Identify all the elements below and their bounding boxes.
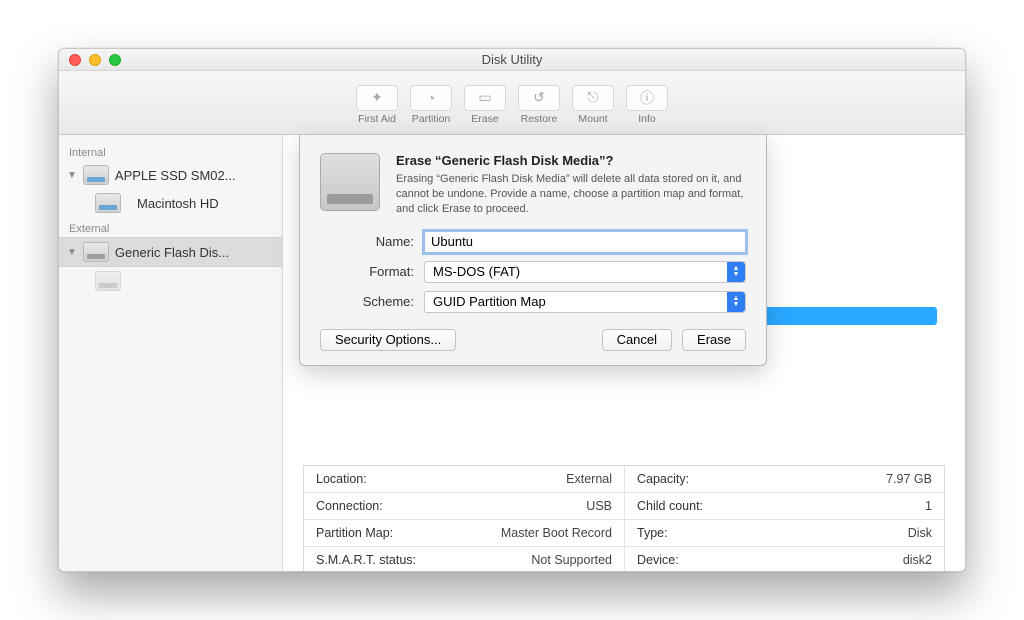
format-label: Format:: [320, 264, 424, 279]
sidebar-item-external-drive[interactable]: ▼ Generic Flash Dis...: [59, 237, 282, 267]
window-title: Disk Utility: [59, 52, 965, 67]
mount-button[interactable]: ⎋ Mount: [568, 85, 618, 125]
sidebar-item-label: Macintosh HD: [127, 196, 219, 211]
security-options-button[interactable]: Security Options...: [320, 329, 456, 351]
disk-info-table: Location:External Capacity:7.97 GB Conne…: [303, 465, 945, 572]
external-volume-icon: [95, 271, 121, 291]
internal-volume-icon: [95, 193, 121, 213]
dialog-body: Erasing “Generic Flash Disk Media” will …: [396, 172, 746, 217]
erase-icon: ▭: [478, 89, 491, 106]
sidebar-item-internal-drive[interactable]: ▼ APPLE SSD SM02...: [59, 161, 282, 189]
info-cell-child-count: Child count:1: [624, 493, 944, 519]
sidebar-item-external-volume[interactable]: [59, 267, 282, 295]
sidebar-item-label: Generic Flash Dis...: [115, 245, 229, 260]
disclosure-triangle-icon[interactable]: ▼: [67, 247, 77, 258]
partition-button[interactable]: ◔ Partition: [406, 85, 456, 125]
info-cell-capacity: Capacity:7.97 GB: [624, 466, 944, 492]
disk-utility-window: Disk Utility ✦ First Aid ◔ Partition ▭ E…: [58, 48, 966, 572]
drive-icon: [320, 153, 380, 211]
info-cell-partition-map: Partition Map:Master Boot Record: [304, 520, 624, 546]
sidebar-group-external: External: [59, 217, 282, 237]
sidebar: Internal ▼ APPLE SSD SM02... Macintosh H…: [59, 135, 283, 571]
cancel-button[interactable]: Cancel: [602, 329, 672, 351]
mount-icon: ⎋: [587, 89, 598, 106]
scheme-label: Scheme:: [320, 294, 424, 309]
restore-icon: ↺: [533, 89, 545, 106]
erase-confirm-button[interactable]: Erase: [682, 329, 746, 351]
format-select[interactable]: MS-DOS (FAT) ▲▼: [424, 261, 746, 283]
erase-button[interactable]: ▭ Erase: [460, 85, 510, 125]
name-label: Name:: [320, 234, 424, 249]
first-aid-button[interactable]: ✦ First Aid: [352, 85, 402, 125]
info-cell-type: Type:Disk: [624, 520, 944, 546]
sidebar-item-label: APPLE SSD SM02...: [115, 168, 236, 183]
sidebar-item-internal-volume[interactable]: Macintosh HD: [59, 189, 282, 217]
toolbar: ✦ First Aid ◔ Partition ▭ Erase ↺ Restor…: [59, 71, 965, 135]
sidebar-group-internal: Internal: [59, 141, 282, 161]
stethoscope-icon: ✦: [371, 89, 383, 106]
select-arrows-icon: ▲▼: [727, 262, 745, 282]
info-icon: ⓘ: [640, 88, 654, 108]
name-input[interactable]: [424, 231, 746, 253]
erase-dialog: Erase “Generic Flash Disk Media”? Erasin…: [299, 135, 767, 366]
scheme-select[interactable]: GUID Partition Map ▲▼: [424, 291, 746, 313]
internal-drive-icon: [83, 165, 109, 185]
dialog-title: Erase “Generic Flash Disk Media”?: [396, 153, 746, 168]
titlebar: Disk Utility: [59, 49, 965, 71]
info-cell-smart: S.M.A.R.T. status:Not Supported: [304, 547, 624, 572]
external-drive-icon: [83, 242, 109, 262]
info-cell-device: Device:disk2: [624, 547, 944, 572]
info-button[interactable]: ⓘ Info: [622, 85, 672, 125]
info-cell-location: Location:External: [304, 466, 624, 492]
info-cell-connection: Connection:USB: [304, 493, 624, 519]
pie-icon: ◔: [427, 90, 435, 106]
disclosure-triangle-icon[interactable]: ▼: [67, 170, 77, 181]
select-arrows-icon: ▲▼: [727, 292, 745, 312]
restore-button[interactable]: ↺ Restore: [514, 85, 564, 125]
